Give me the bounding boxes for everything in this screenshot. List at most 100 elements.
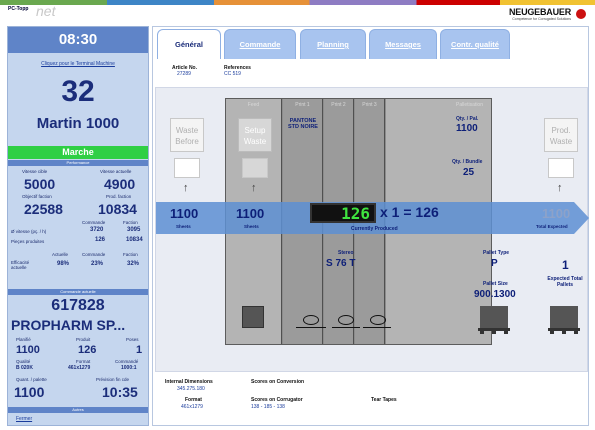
- unit-feed-label: Feed: [247, 102, 260, 108]
- waste-before-value-box: [174, 158, 200, 178]
- dimensions-info: Internal Dimensions 345.275.180 Format 4…: [155, 373, 588, 425]
- col-commande2: Commande: [82, 252, 106, 257]
- pallet-size: 900.1300: [474, 289, 516, 300]
- brand-subtitle: Competence for Corrugated Solutions: [512, 17, 571, 21]
- sheets-value: 1100: [170, 206, 199, 221]
- stereo-label: Stereo: [338, 250, 354, 256]
- machine-status: Marche: [8, 146, 148, 159]
- main-panel: Général Commande Planning Messages Contr…: [152, 26, 589, 426]
- tab-controle-qualite[interactable]: Contr. qualité: [440, 29, 510, 59]
- setup-sheets-value: 1100: [236, 206, 265, 221]
- brand-dot-icon: [576, 9, 586, 19]
- expected-pallets-label: Expected Total Pallets: [547, 276, 583, 288]
- vitesse-pcs-faction: 3095: [127, 227, 141, 233]
- tear-tapes-label: Tear Tapes: [371, 397, 397, 403]
- section-autres: Autres: [8, 407, 148, 413]
- references-value: CC 519: [224, 71, 241, 77]
- format-label: Format: [185, 397, 202, 403]
- objectif-faction: 22588: [24, 201, 63, 217]
- print-baseline-3: [363, 327, 391, 328]
- produit: 126: [78, 344, 97, 356]
- qty-pal: 1100: [456, 123, 478, 134]
- col-commande: Commande: [82, 220, 106, 225]
- qualite: B 020K: [16, 365, 33, 371]
- up-arrow-icon: ↑: [557, 182, 563, 194]
- total-expected-value: 1100: [542, 206, 571, 221]
- prod-faction-label: Prod. faction: [106, 194, 132, 199]
- print-baseline-2: [332, 327, 360, 328]
- tab-commande[interactable]: Commande: [224, 29, 296, 59]
- prod-waste-value-box: [548, 158, 574, 178]
- format: 461x1279: [68, 365, 91, 371]
- pieces-faction: 10834: [126, 237, 143, 243]
- pallet-size-label: Pallet Size: [483, 281, 508, 287]
- tab-general[interactable]: Général: [157, 29, 221, 59]
- scores-corrugator-label: Scores on Corrugator: [251, 397, 303, 403]
- expected-pallet-icon: [548, 306, 580, 334]
- planifie: 1100: [16, 344, 40, 356]
- total-expected-label: Total Expected: [536, 224, 568, 229]
- feeder-stack-icon: [242, 306, 264, 328]
- article-number: 27289: [177, 71, 191, 77]
- objectif-label: Objectif faction: [22, 194, 52, 199]
- pallet-type-label: Pallet Type: [483, 250, 510, 256]
- print-cylinder-1-icon: [303, 315, 319, 325]
- unit-print-1-label: Print 1: [295, 102, 310, 108]
- vitesse-cible-label: Vitesse cible: [22, 169, 48, 174]
- eff-commande: 23%: [91, 261, 104, 267]
- pallet-icon: [478, 306, 510, 334]
- article-info-bar: Article No. 27289 References CC 519: [155, 60, 588, 84]
- quant-palette: 1100: [14, 384, 45, 400]
- produit-label: Produit: [76, 337, 91, 342]
- vitesse-pcs-label: Ø vitesse (pç. / h): [11, 229, 47, 234]
- prod-waste-box: Prod. Waste: [544, 118, 578, 152]
- qty-bundle: 25: [463, 167, 475, 178]
- commande-label: Commandé: [115, 359, 139, 364]
- vitesse-actuelle: 4900: [104, 176, 136, 192]
- vitesse-cible: 5000: [24, 176, 56, 192]
- app-title: PC-Topp: [8, 6, 29, 12]
- tab-messages[interactable]: Messages: [369, 29, 437, 59]
- waste-before-box: Waste Before: [170, 118, 204, 152]
- left-info-panel: 08:30 Cliquez pour le Terminal Machine 3…: [7, 26, 149, 426]
- qty-pal-label: Qty. / Pal.: [456, 116, 479, 122]
- up-arrow-icon: ↑: [183, 182, 189, 194]
- terminal-link[interactable]: Cliquez pour le Terminal Machine: [8, 61, 148, 67]
- efficacite-label: Efficacité actuelle: [11, 260, 30, 270]
- planifie-label: Planifié: [16, 337, 31, 342]
- section-commande: Commande actuelle: [8, 289, 148, 295]
- currently-produced-label: Currently Produced: [351, 226, 398, 232]
- unit-palletisation-label: Palletisation: [456, 102, 483, 108]
- poses-label: Poses: [126, 337, 139, 342]
- order-number: 617828: [51, 297, 105, 314]
- expected-pallets-value: 1: [562, 258, 569, 272]
- production-counter: 126: [310, 203, 376, 223]
- tab-planning[interactable]: Planning: [300, 29, 366, 59]
- prod-faction: 10834: [98, 201, 137, 217]
- top-color-strip: [0, 0, 595, 5]
- pallet-type: P: [491, 258, 498, 269]
- scores-corrugator: 138 - 185 - 138: [251, 404, 285, 410]
- setup-waste-box: Setup Waste: [238, 118, 272, 152]
- vitesse-pcs-commande: 3720: [90, 227, 104, 233]
- pieces-commande: 126: [95, 237, 106, 243]
- print-cylinder-2-icon: [338, 315, 354, 325]
- prevision: 10:35: [102, 384, 138, 400]
- scores-conversion-label: Scores on Conversion: [251, 379, 305, 385]
- poses: 1: [136, 344, 143, 356]
- clock: 08:30: [8, 27, 148, 53]
- counter-formula: x 1 = 126: [380, 204, 439, 220]
- unit-print-3-label: Print 3: [362, 102, 377, 108]
- machine-number: 32: [61, 75, 95, 108]
- quant-palette-label: Quant. / palette: [16, 377, 47, 382]
- close-link[interactable]: Fermer: [16, 416, 32, 422]
- qualite-label: Qualité: [16, 359, 31, 364]
- vitesse-actuelle-label: Vitesse actuelle: [100, 169, 132, 174]
- up-arrow-icon: ↑: [251, 182, 257, 194]
- setup-sheets-label: Sheets: [244, 224, 259, 229]
- qty-bundle-label: Qty. / Bundle: [452, 159, 483, 165]
- format-value: 461x1279: [181, 404, 203, 410]
- format-label: Format: [76, 359, 91, 364]
- commande: 1000:1: [121, 365, 137, 371]
- customer-name: PROPHARM SP...: [11, 317, 126, 333]
